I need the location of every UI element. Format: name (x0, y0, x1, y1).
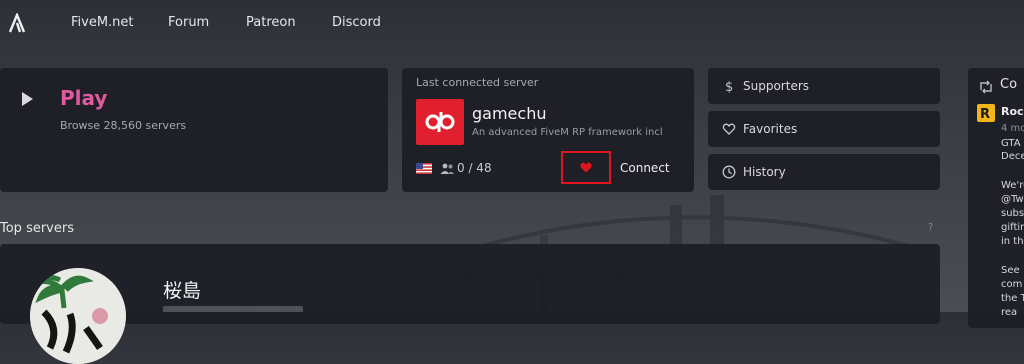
us-flag-icon (416, 163, 432, 174)
feed-line: We're (1001, 180, 1024, 191)
nav-link-forum[interactable]: Forum (168, 15, 209, 30)
feed-title: Co (1000, 77, 1018, 92)
clock-icon (722, 165, 736, 179)
heart-icon (580, 162, 592, 173)
retweet-icon (980, 80, 992, 94)
nav-link-patreon[interactable]: Patreon (246, 15, 296, 30)
history-button[interactable]: History (708, 154, 940, 190)
nav-link-fivem[interactable]: FiveM.net (71, 15, 134, 30)
heart-outline-icon (722, 123, 736, 135)
help-icon[interactable]: ? (928, 222, 933, 233)
favorites-label: Favorites (743, 122, 798, 136)
supporters-button[interactable]: $ Supporters (708, 68, 940, 104)
feed-line: Dece (1001, 151, 1024, 162)
dollar-icon: $ (725, 80, 733, 93)
featured-server-logo (30, 268, 126, 364)
server-name[interactable]: gamechu (472, 104, 546, 123)
play-card[interactable] (0, 68, 388, 192)
play-title: Play (60, 86, 108, 110)
feed-line[interactable]: @Tw (1001, 194, 1024, 205)
top-servers-heading: Top servers (0, 221, 74, 236)
supporters-label: Supporters (743, 79, 810, 93)
top-navigation: FiveM.net Forum Patreon Discord (0, 0, 1024, 46)
feed-line: GTA (1001, 138, 1021, 149)
players-icon (440, 163, 454, 174)
feed-author[interactable]: Rock (1001, 105, 1024, 118)
feed-line: the T (1001, 293, 1024, 304)
feed-line: See (1001, 265, 1020, 276)
favorite-button[interactable] (561, 151, 611, 184)
featured-server-card[interactable] (0, 244, 940, 324)
play-icon (22, 92, 33, 106)
rockstar-logo-icon: R (980, 107, 990, 122)
svg-text:$: $ (725, 80, 733, 93)
server-count-text: Browse 28,560 servers (60, 119, 187, 132)
server-description: An advanced FiveM RP framework incl (472, 127, 663, 138)
rockstar-avatar: R (977, 104, 995, 122)
feed-line: 4 mo (1001, 123, 1024, 134)
feed-line: subs (1001, 208, 1024, 219)
featured-server-name[interactable]: 桜島 (163, 276, 201, 303)
connect-button[interactable]: Connect (620, 161, 670, 175)
fivem-logo-icon[interactable] (8, 13, 26, 33)
palm-tree-logo-icon (30, 268, 126, 364)
favorites-button[interactable]: Favorites (708, 111, 940, 147)
last-connected-label: Last connected server (416, 76, 539, 89)
feed-line: com (1001, 279, 1023, 290)
qb-logo-icon (425, 112, 455, 132)
player-count: 0 / 48 (457, 161, 492, 175)
server-logo (416, 99, 464, 145)
featured-server-description (163, 306, 303, 312)
svg-text:R: R (980, 107, 990, 122)
feed-line: in th (1001, 236, 1024, 247)
feed-line: giftin (1001, 222, 1024, 233)
nav-link-discord[interactable]: Discord (332, 15, 381, 30)
feed-line: rea (1001, 307, 1018, 318)
history-label: History (743, 165, 786, 179)
